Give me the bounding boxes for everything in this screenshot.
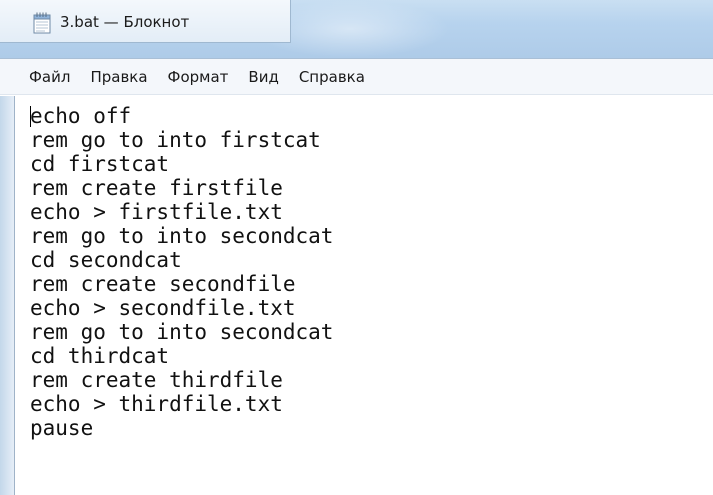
menu-view[interactable]: Вид: [248, 68, 278, 86]
text-line: echo > thirdfile.txt: [30, 392, 283, 416]
text-line: rem go to into secondcat: [30, 224, 334, 248]
text-line: cd thirdcat: [30, 344, 170, 368]
text-line: rem create secondfile: [30, 272, 296, 296]
text-line: echo off: [30, 104, 132, 128]
menu-edit[interactable]: Правка: [90, 68, 147, 86]
text-line: rem create firstfile: [30, 176, 283, 200]
editor-border: [14, 96, 15, 495]
text-line: echo > secondfile.txt: [30, 296, 296, 320]
title-tab: 3.bat — Блокнот: [0, 0, 291, 43]
menu-file[interactable]: Файл: [29, 68, 70, 86]
text-line: rem go to into firstcat: [30, 128, 321, 152]
notepad-window: 3.bat — Блокнот Файл Правка Формат Вид С…: [0, 0, 713, 495]
text-line: rem create thirdfile: [30, 368, 283, 392]
text-line: echo > firstfile.txt: [30, 200, 283, 224]
menu-bar: Файл Правка Формат Вид Справка: [0, 58, 713, 95]
menu-help[interactable]: Справка: [299, 68, 365, 86]
text-line: cd firstcat: [30, 152, 170, 176]
text-line: pause: [30, 416, 94, 440]
window-left-frame: [0, 96, 14, 495]
window-title: 3.bat — Блокнот: [60, 13, 190, 31]
text-content[interactable]: echo off rem go to into firstcat cd firstc…: [30, 104, 700, 489]
notepad-icon: [33, 12, 51, 34]
text-caret: [30, 106, 31, 127]
menu-format[interactable]: Формат: [168, 68, 229, 86]
text-line: cd secondcat: [30, 248, 182, 272]
text-line: rem go to into secondcat: [30, 320, 334, 344]
title-bar[interactable]: 3.bat — Блокнот: [0, 0, 713, 58]
editor-area[interactable]: echo off rem go to into firstcat cd firstc…: [0, 96, 713, 495]
